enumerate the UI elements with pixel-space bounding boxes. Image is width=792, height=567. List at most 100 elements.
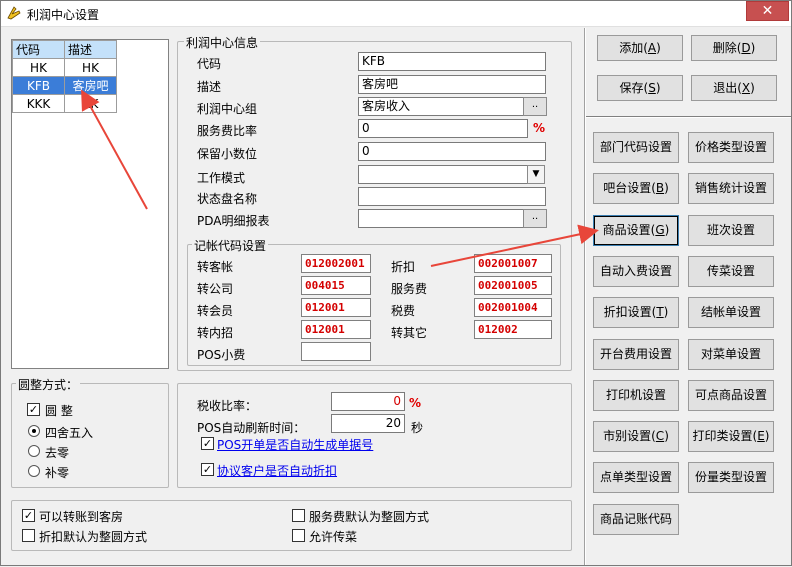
sales-stats-settings-button[interactable]: 销售统计设置 <box>688 173 774 205</box>
discount-settings-button[interactable]: 折扣设置(T) <box>593 297 679 329</box>
center-group-field[interactable]: 客房收入 <box>358 97 524 116</box>
pad-label: 补零 <box>45 466 70 480</box>
desc-label: 描述 <box>197 80 222 94</box>
info-group-label: 利润中心信息 <box>184 34 261 51</box>
tax-code[interactable]: 002001004 <box>474 298 552 317</box>
tax-rate-label: 税收比率： <box>197 399 258 413</box>
rounding-group-label: 圆整方式： <box>16 376 81 393</box>
service-rate-percent: % <box>533 121 546 135</box>
grid-cell[interactable]: KFB <box>12 76 65 95</box>
delete-button[interactable]: 删除(D) <box>691 35 777 61</box>
code-field[interactable]: KFB <box>358 52 546 71</box>
transfer-room-label: 可以转账到客房 <box>39 510 124 524</box>
table-row-selected[interactable]: KFB 客房吧 <box>12 76 117 95</box>
discount-label: 折扣 <box>391 260 416 274</box>
transfer-guest-code[interactable]: 012002001 <box>301 254 371 273</box>
transfer-company-label: 转公司 <box>197 282 234 296</box>
bar-settings-button[interactable]: 吧台设置(B) <box>593 173 679 205</box>
pad-radio[interactable] <box>28 465 40 477</box>
service-round-label: 服务费默认为整圆方式 <box>309 510 430 524</box>
add-button[interactable]: 添加(A) <box>597 35 683 61</box>
print-type-settings-button[interactable]: 打印类设置(E) <box>688 421 774 453</box>
checkout-bill-settings-button[interactable]: 结帐单设置 <box>688 297 774 329</box>
order-type-settings-button[interactable]: 点单类型设置 <box>593 462 679 494</box>
service-round-checkbox[interactable] <box>292 509 305 522</box>
vertical-divider <box>584 28 586 565</box>
grid-header-desc[interactable]: 描述 <box>64 40 117 59</box>
discount-round-label: 折扣默认为整圆方式 <box>39 530 148 544</box>
status-label: 状态盘名称 <box>197 192 258 206</box>
grid-cell[interactable]: HK <box>64 58 117 77</box>
status-field[interactable] <box>358 187 546 206</box>
orderable-goods-settings-button[interactable]: 可点商品设置 <box>688 379 774 411</box>
decimal-field[interactable]: 0 <box>358 142 546 161</box>
pda-label: PDA明细报表 <box>197 214 270 228</box>
code-label: 代码 <box>197 57 222 71</box>
truncate-radio[interactable] <box>28 445 40 457</box>
decimal-label: 保留小数位 <box>197 147 258 161</box>
table-row[interactable]: HK HK <box>12 58 117 77</box>
grid-cell[interactable]: 客房吧 <box>64 76 117 95</box>
pos-split-label[interactable]: POS开单是否自动生成单据号 <box>217 436 373 453</box>
grid-cell[interactable]: HK <box>12 58 65 77</box>
app-icon <box>7 6 21 20</box>
transfer-company-code[interactable]: 004015 <box>301 276 371 295</box>
shift-settings-button[interactable]: 班次设置 <box>688 214 774 246</box>
grid-header-code[interactable]: 代码 <box>12 40 65 59</box>
grid-cell[interactable]: KK <box>64 94 117 113</box>
pda-field[interactable] <box>358 209 524 228</box>
transfer-member-label: 转会员 <box>197 304 234 318</box>
tax-rate-field[interactable]: 0 <box>331 392 405 411</box>
tax-rate-percent: % <box>409 396 422 410</box>
refresh-unit: 秒 <box>411 421 424 435</box>
center-group-browse-button[interactable]: .. <box>523 97 547 116</box>
billing-group-label: 记帐代码设置 <box>192 237 269 254</box>
market-settings-button[interactable]: 市别设置(C) <box>593 421 679 453</box>
desc-field[interactable]: 客房吧 <box>358 75 546 94</box>
close-button[interactable]: ✕ <box>746 1 789 21</box>
agreement-label[interactable]: 协议客户是否自动折扣 <box>217 462 337 479</box>
allow-dish-checkbox[interactable] <box>292 529 305 542</box>
dish-check-settings-button[interactable]: 对菜单设置 <box>688 338 774 370</box>
save-button[interactable]: 保存(S) <box>597 75 683 101</box>
window-title: 利润中心设置 <box>27 8 100 22</box>
goods-settings-button[interactable]: 商品设置(G) <box>593 214 679 246</box>
printer-settings-button[interactable]: 打印机设置 <box>593 379 679 411</box>
round-checkbox[interactable]: ✓ <box>27 403 40 416</box>
transfer-internal-code[interactable]: 012001 <box>301 320 371 339</box>
pda-browse-button[interactable]: .. <box>523 209 547 228</box>
round-label: 圆 整 <box>45 404 73 418</box>
pos-split-checkbox[interactable]: ✓ <box>201 437 214 450</box>
window: 利润中心设置 ✕ 代码 描述 HK HK KFB 客房吧 KKK KK 利润中心… <box>0 0 792 566</box>
price-type-settings-button[interactable]: 价格类型设置 <box>688 132 774 163</box>
refresh-field[interactable]: 20 <box>331 414 405 433</box>
table-row[interactable]: KKK KK <box>12 94 117 113</box>
agreement-checkbox[interactable]: ✓ <box>201 463 214 476</box>
auto-charge-settings-button[interactable]: 自动入费设置 <box>593 255 679 287</box>
refresh-label: POS自动刷新时间： <box>197 421 306 435</box>
profit-center-grid[interactable]: 代码 描述 HK HK KFB 客房吧 KKK KK <box>11 39 169 369</box>
goods-billing-code-settings-button[interactable]: 商品记账代码 <box>593 503 679 535</box>
discount-code[interactable]: 002001007 <box>474 254 552 273</box>
round-half-up-radio[interactable] <box>28 425 40 437</box>
service-fee-code[interactable]: 002001005 <box>474 276 552 295</box>
transfer-room-checkbox[interactable]: ✓ <box>22 509 35 522</box>
chevron-down-icon[interactable]: ▼ <box>527 165 545 184</box>
dept-code-settings-button[interactable]: 部门代码设置 <box>593 132 679 163</box>
pos-tip-code[interactable] <box>301 342 371 361</box>
table-fee-settings-button[interactable]: 开台费用设置 <box>593 338 679 370</box>
work-mode-label: 工作模式 <box>197 171 246 185</box>
title-bar: 利润中心设置 ✕ <box>1 1 791 27</box>
service-rate-field[interactable]: 0 <box>358 119 528 138</box>
round-half-up-label: 四舍五入 <box>45 426 94 440</box>
transfer-other-code[interactable]: 012002 <box>474 320 552 339</box>
portion-type-settings-button[interactable]: 份量类型设置 <box>688 462 774 494</box>
dish-transfer-settings-button[interactable]: 传菜设置 <box>688 255 774 287</box>
tax-label: 税费 <box>391 304 416 318</box>
discount-round-checkbox[interactable] <box>22 529 35 542</box>
transfer-member-code[interactable]: 012001 <box>301 298 371 317</box>
grid-cell[interactable]: KKK <box>12 94 65 113</box>
work-mode-select[interactable] <box>358 165 528 184</box>
exit-button[interactable]: 退出(X) <box>691 75 777 101</box>
transfer-guest-label: 转客帐 <box>197 260 234 274</box>
